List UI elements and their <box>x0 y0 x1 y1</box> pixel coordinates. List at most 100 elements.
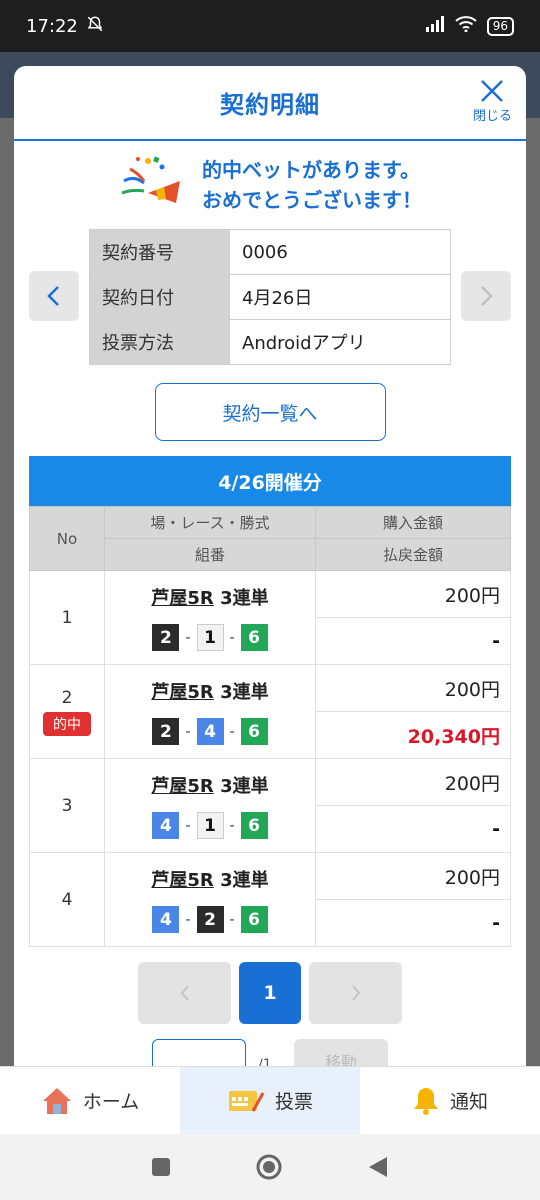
race-venue-link[interactable]: 芦屋5R <box>151 588 213 609</box>
close-icon <box>481 80 504 102</box>
purchase-amount: 200円 <box>315 758 511 806</box>
header-payout: 払戻金額 <box>315 538 511 571</box>
nav-notify[interactable]: 通知 <box>360 1067 540 1134</box>
table-row: 3 芦屋5R 3連単 4- 1- 6 200円 <box>29 758 511 853</box>
race-cell: 芦屋5R 3連単 4- 1- 6 <box>104 758 316 853</box>
page-jump-input[interactable] <box>152 1039 246 1066</box>
bet-no: 3 <box>29 758 105 853</box>
combo: 4- 1- 6 <box>105 812 315 839</box>
signal-icon <box>425 16 445 36</box>
header-no: No <box>29 506 105 571</box>
header-race: 場・レース・勝式 <box>104 506 316 539</box>
race-venue-link[interactable]: 芦屋5R <box>151 870 213 891</box>
prev-page-button[interactable] <box>138 962 231 1024</box>
congrats-message: 的中ベットがあります。 おめでとうございます！ <box>14 153 526 217</box>
contract-info-area: 契約番号 0006 契約日付 4月26日 投票方法 Androidアプリ <box>14 229 526 369</box>
table-row: 2 的中 芦屋5R 3連単 2- 4- 6 200円 <box>29 664 511 759</box>
page-jump-button[interactable]: 移動 <box>294 1039 388 1066</box>
next-page-button[interactable] <box>309 962 402 1024</box>
contract-detail-modal: 契約明細 閉じる 的中ベットがあります。 おめでとうございます！ 契約番号 00… <box>14 66 526 1066</box>
contract-number-label: 契約番号 <box>89 229 230 275</box>
race-cell: 芦屋5R 3連単 4- 2- 6 <box>104 852 316 947</box>
page-1-button[interactable]: 1 <box>239 962 301 1024</box>
close-label: 閉じる <box>472 109 512 124</box>
boat-number: 6 <box>240 906 268 933</box>
combo-separator: - <box>185 911 191 928</box>
bet-no-text: 4 <box>61 889 73 910</box>
home-circle-icon[interactable] <box>255 1153 283 1181</box>
system-nav-bar <box>0 1134 540 1200</box>
chevron-left-icon <box>180 985 189 1001</box>
congrats-line-1: 的中ベットがあります。 <box>202 158 420 182</box>
bell-icon <box>413 1087 438 1115</box>
purchase-amount: 200円 <box>315 664 511 712</box>
modal-title: 契約明細 <box>220 91 320 119</box>
combo-separator: - <box>185 723 191 740</box>
payout-amount: - <box>315 805 511 853</box>
recents-icon[interactable] <box>151 1157 171 1177</box>
boat-number: 2 <box>152 624 180 651</box>
nav-home[interactable]: ホーム <box>0 1067 180 1134</box>
race-name: 芦屋5R 3連単 <box>105 772 315 798</box>
purchase-amount: 200円 <box>315 570 511 618</box>
table-row: 4 芦屋5R 3連単 4- 2- 6 200円 <box>29 852 511 947</box>
nav-notify-label: 通知 <box>449 1091 488 1113</box>
race-venue-link[interactable]: 芦屋5R <box>151 776 213 797</box>
bet-no-text: 3 <box>61 795 73 816</box>
nav-vote[interactable]: 投票 <box>180 1067 360 1134</box>
boat-number: 4 <box>152 812 180 839</box>
prev-contract-button[interactable] <box>29 271 79 321</box>
boat-number: 4 <box>196 718 224 745</box>
chevron-right-icon <box>351 985 360 1001</box>
payout-amount: - <box>315 617 511 665</box>
boat-number: 2 <box>152 718 180 745</box>
bet-type: 3連単 <box>220 682 269 703</box>
race-name: 芦屋5R 3連単 <box>105 584 315 610</box>
bet-table-header: No 場・レース・勝式 購入金額 <box>29 506 511 571</box>
hit-badge: 的中 <box>43 711 91 736</box>
header-combo: 組番 <box>104 538 316 571</box>
chevron-left-icon <box>47 286 59 306</box>
pagination: 1 <box>14 962 526 1024</box>
race-venue-link[interactable]: 芦屋5R <box>151 682 213 703</box>
battery-indicator: 96 <box>486 16 514 36</box>
boat-number: 6 <box>240 718 268 745</box>
party-popper-icon <box>118 153 190 217</box>
vote-method-value: Androidアプリ <box>229 319 451 365</box>
next-contract-button[interactable] <box>461 271 511 321</box>
bet-type: 3連単 <box>220 776 269 797</box>
congrats-line-2: おめでとうございます！ <box>202 188 422 212</box>
status-bar: 17:22 96 <box>0 0 540 52</box>
modal-header: 契約明細 閉じる <box>14 66 526 141</box>
combo: 2- 1- 6 <box>105 624 315 651</box>
contract-list-button[interactable]: 契約一覧へ <box>154 383 386 441</box>
contract-row: 投票方法 Androidアプリ <box>89 319 451 365</box>
close-button[interactable]: 閉じる <box>473 78 512 124</box>
bet-no-text: 2 <box>61 687 73 708</box>
bet-no: 2 的中 <box>29 664 105 759</box>
bet-type: 3連単 <box>220 588 269 609</box>
race-name: 芦屋5R 3連単 <box>105 678 315 704</box>
boat-number: 1 <box>196 624 224 651</box>
combo-separator: - <box>185 817 191 834</box>
back-icon[interactable] <box>367 1155 389 1179</box>
contract-row: 契約日付 4月26日 <box>89 274 451 320</box>
boat-number: 1 <box>196 812 224 839</box>
combo-separator: - <box>229 817 235 834</box>
status-time: 17:22 <box>26 15 78 37</box>
boat-number: 2 <box>196 906 224 933</box>
combo: 4- 2- 6 <box>105 906 315 933</box>
payout-amount: - <box>315 899 511 947</box>
bet-type: 3連単 <box>220 870 269 891</box>
combo-separator: - <box>185 629 191 646</box>
table-row: 1 芦屋5R 3連単 2- 1- 6 200円 <box>29 570 511 665</box>
muted-bell-icon <box>86 15 104 37</box>
contract-info-table: 契約番号 0006 契約日付 4月26日 投票方法 Androidアプリ <box>89 229 451 365</box>
page-jump: /1 移動 <box>14 1039 526 1066</box>
vote-ticket-icon <box>228 1090 265 1112</box>
home-icon <box>42 1087 71 1114</box>
page-total: /1 <box>258 1057 272 1066</box>
contract-date-value: 4月26日 <box>229 274 451 320</box>
chevron-right-icon <box>481 286 493 306</box>
vote-method-label: 投票方法 <box>89 319 230 365</box>
